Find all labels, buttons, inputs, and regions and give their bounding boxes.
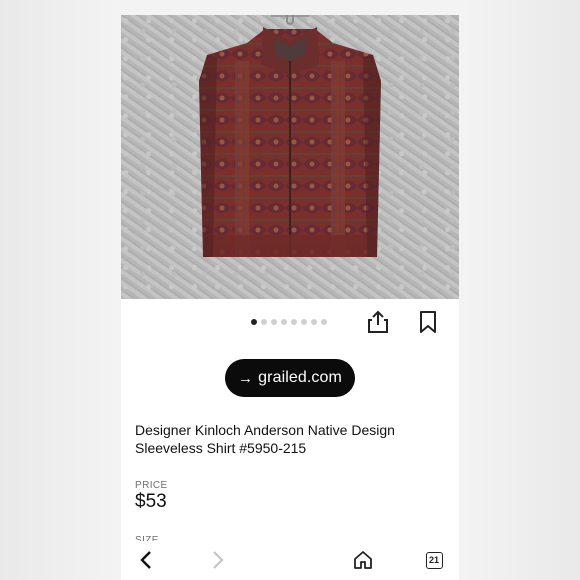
carousel-dot[interactable]	[281, 319, 287, 325]
chevron-left-icon[interactable]	[133, 547, 159, 573]
link-label: grailed.com	[258, 369, 342, 386]
tabs-button[interactable]: 21	[421, 547, 447, 573]
product-photo[interactable]	[121, 15, 459, 299]
bookmark-icon[interactable]	[415, 309, 441, 335]
vest-image	[195, 21, 385, 267]
carousel-dot[interactable]	[321, 319, 327, 325]
carousel-dot[interactable]	[271, 319, 277, 325]
browser-viewport: → grailed.com Designer Kinloch Anderson …	[121, 15, 459, 580]
grailed-link-button[interactable]: → grailed.com	[225, 359, 355, 397]
price-label: PRICE	[135, 480, 168, 491]
carousel-dot[interactable]	[261, 319, 267, 325]
price-value: $53	[135, 491, 167, 512]
tab-count: 21	[425, 551, 443, 569]
browser-toolbar: 21	[121, 541, 459, 580]
carousel-dot[interactable]	[301, 319, 307, 325]
carousel-dots[interactable]	[251, 317, 327, 327]
carousel-dot[interactable]	[251, 319, 257, 325]
carousel-dot[interactable]	[311, 319, 317, 325]
arrow-right-icon: →	[238, 369, 254, 387]
home-icon[interactable]	[350, 547, 376, 573]
carousel-dot[interactable]	[291, 319, 297, 325]
share-icon[interactable]	[365, 309, 391, 335]
chevron-right-icon[interactable]	[205, 547, 231, 573]
product-title: Designer Kinloch Anderson Native Design …	[135, 422, 395, 456]
screenshot-stage: → grailed.com Designer Kinloch Anderson …	[0, 0, 580, 580]
